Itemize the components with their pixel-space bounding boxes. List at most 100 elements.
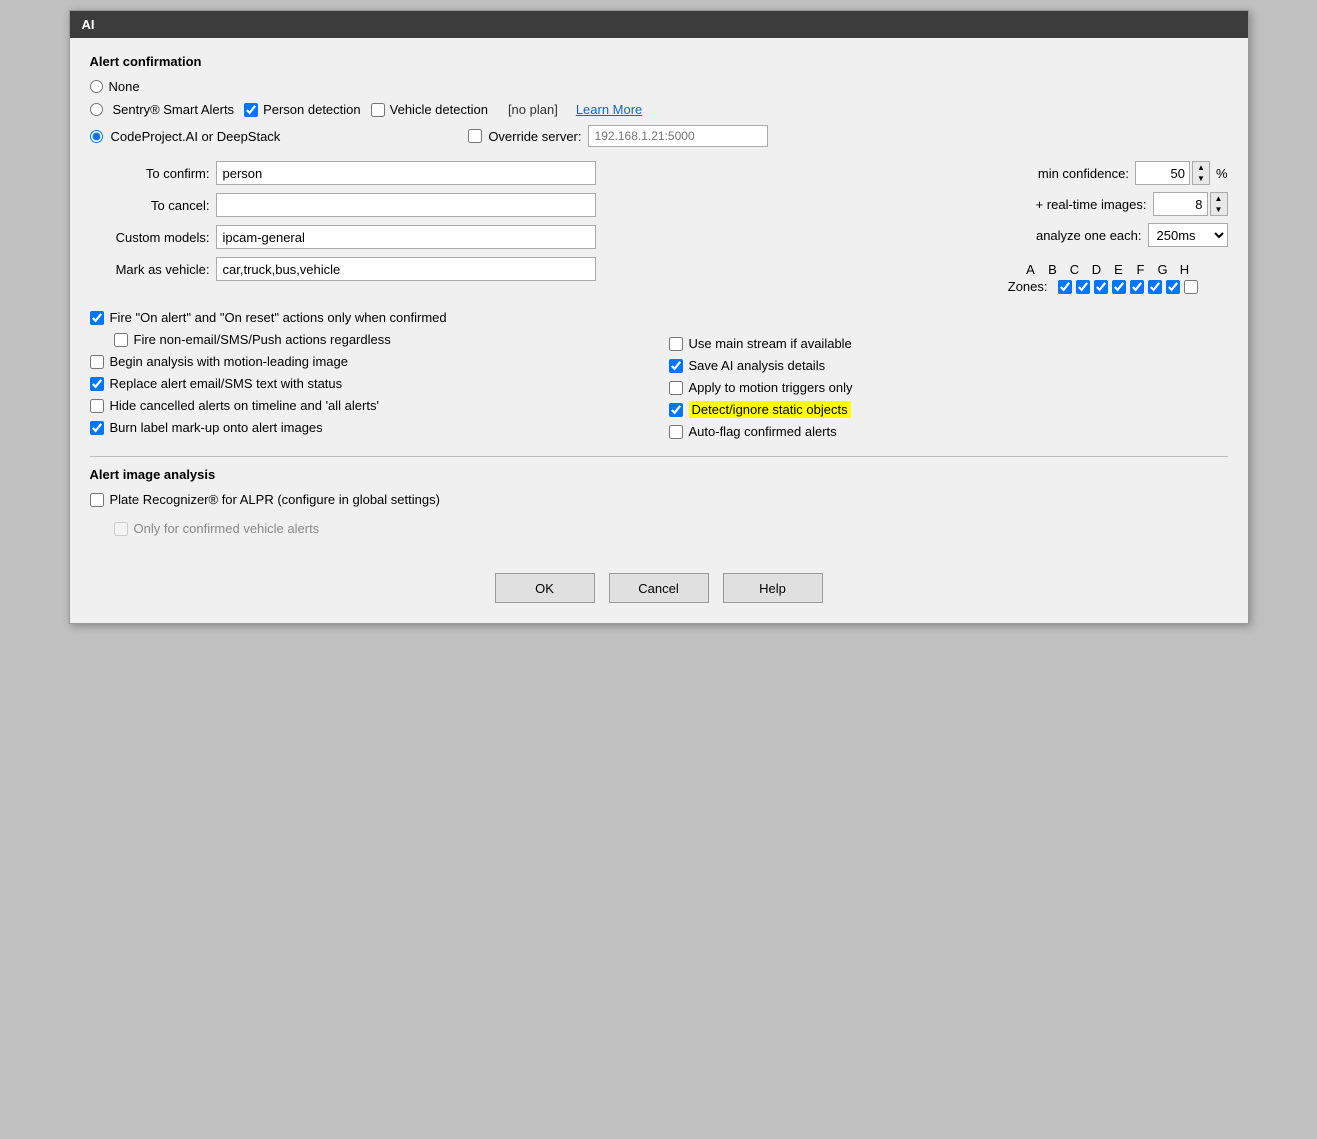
left-checkboxes: Fire "On alert" and "On reset" actions o… xyxy=(90,310,649,446)
zone-a-checkbox[interactable] xyxy=(1058,280,1072,294)
fire-on-alert-row: Fire "On alert" and "On reset" actions o… xyxy=(90,310,649,325)
detect-ignore-checkbox[interactable] xyxy=(669,403,683,417)
zone-letter-c: C xyxy=(1066,262,1084,277)
use-main-stream-label: Use main stream if available xyxy=(689,336,852,351)
auto-flag-label: Auto-flag confirmed alerts xyxy=(689,424,837,439)
plate-recognizer-label: Plate Recognizer® for ALPR (configure in… xyxy=(110,492,440,507)
realtime-images-spinner: ▲ ▼ xyxy=(1153,192,1228,216)
override-server-input[interactable] xyxy=(588,125,768,147)
none-label: None xyxy=(109,79,140,94)
replace-alert-checkbox[interactable] xyxy=(90,377,104,391)
learn-more-link[interactable]: Learn More xyxy=(576,102,642,117)
min-confidence-up-btn[interactable]: ▲ xyxy=(1193,162,1209,173)
apply-to-motion-checkbox[interactable] xyxy=(669,381,683,395)
hide-cancelled-checkbox[interactable] xyxy=(90,399,104,413)
realtime-images-input[interactable] xyxy=(1153,192,1208,216)
min-confidence-spinner: ▲ ▼ xyxy=(1135,161,1210,185)
to-confirm-row: To confirm: xyxy=(90,161,644,185)
title-bar: AI xyxy=(70,11,1248,38)
realtime-images-down-btn[interactable]: ▼ xyxy=(1211,204,1227,215)
use-main-stream-row: Use main stream if available xyxy=(669,336,1228,351)
zone-b-checkbox[interactable] xyxy=(1076,280,1090,294)
zone-g-checkbox[interactable] xyxy=(1166,280,1180,294)
override-server-checkbox[interactable] xyxy=(468,129,482,143)
analyze-one-each-row: analyze one each: 250ms 500ms 1s 2s xyxy=(1036,223,1228,247)
begin-analysis-row: Begin analysis with motion-leading image xyxy=(90,354,649,369)
zones-label: Zones: xyxy=(1008,279,1048,294)
main-window: AI Alert confirmation None Sentry® Smart… xyxy=(69,10,1249,624)
zone-letter-b: B xyxy=(1044,262,1062,277)
mark-as-vehicle-row: Mark as vehicle: xyxy=(90,257,644,281)
zone-letter-f: F xyxy=(1132,262,1150,277)
fire-non-email-checkbox[interactable] xyxy=(114,333,128,347)
apply-to-motion-row: Apply to motion triggers only xyxy=(669,380,1228,395)
plate-recognizer-checkbox[interactable] xyxy=(90,493,104,507)
zone-letter-g: G xyxy=(1154,262,1172,277)
realtime-images-row: + real-time images: ▲ ▼ xyxy=(1036,192,1228,216)
custom-models-row: Custom models: xyxy=(90,225,644,249)
hide-cancelled-label: Hide cancelled alerts on timeline and 'a… xyxy=(110,398,379,413)
to-confirm-label: To confirm: xyxy=(90,166,210,181)
to-confirm-input[interactable] xyxy=(216,161,596,185)
bottom-checkboxes: Plate Recognizer® for ALPR (configure in… xyxy=(90,492,1228,543)
fire-on-alert-label: Fire "On alert" and "On reset" actions o… xyxy=(110,310,447,325)
replace-alert-label: Replace alert email/SMS text with status xyxy=(110,376,343,391)
auto-flag-checkbox[interactable] xyxy=(669,425,683,439)
vehicle-detection-group: Vehicle detection xyxy=(371,102,488,117)
min-confidence-input[interactable] xyxy=(1135,161,1190,185)
alert-confirmation-label: Alert confirmation xyxy=(90,54,1228,69)
zones-section: A B C D E F G H Zones: xyxy=(1008,262,1198,294)
ok-button[interactable]: OK xyxy=(495,573,595,603)
none-radio[interactable] xyxy=(90,80,103,93)
only-for-confirmed-checkbox[interactable] xyxy=(114,522,128,536)
none-radio-row: None xyxy=(90,79,1228,94)
save-ai-analysis-checkbox[interactable] xyxy=(669,359,683,373)
zone-letter-e: E xyxy=(1110,262,1128,277)
begin-analysis-checkbox[interactable] xyxy=(90,355,104,369)
begin-analysis-label: Begin analysis with motion-leading image xyxy=(110,354,348,369)
fire-on-alert-checkbox[interactable] xyxy=(90,311,104,325)
override-server-label: Override server: xyxy=(488,129,581,144)
sentry-row: Sentry® Smart Alerts Person detection Ve… xyxy=(90,102,1228,117)
only-for-confirmed-row: Only for confirmed vehicle alerts xyxy=(114,521,1228,536)
zone-f-checkbox[interactable] xyxy=(1148,280,1162,294)
mark-as-vehicle-input[interactable] xyxy=(216,257,596,281)
realtime-images-up-btn[interactable]: ▲ xyxy=(1211,193,1227,204)
no-plan-badge: [no plan] xyxy=(508,102,558,117)
min-confidence-down-btn[interactable]: ▼ xyxy=(1193,173,1209,184)
cancel-button[interactable]: Cancel xyxy=(609,573,709,603)
fields-grid: To confirm: To cancel: Custom models: Ma… xyxy=(90,161,1228,294)
zone-c-checkbox[interactable] xyxy=(1094,280,1108,294)
window-title: AI xyxy=(82,17,95,32)
person-detection-checkbox[interactable] xyxy=(244,103,258,117)
detect-ignore-row: Detect/ignore static objects xyxy=(669,402,1228,417)
zone-e-checkbox[interactable] xyxy=(1130,280,1144,294)
to-cancel-input[interactable] xyxy=(216,193,596,217)
min-confidence-spinner-btns: ▲ ▼ xyxy=(1192,161,1210,185)
min-confidence-label: min confidence: xyxy=(1038,166,1129,181)
checkboxes-grid: Fire "On alert" and "On reset" actions o… xyxy=(90,310,1228,446)
custom-models-label: Custom models: xyxy=(90,230,210,245)
analyze-one-each-select[interactable]: 250ms 500ms 1s 2s xyxy=(1148,223,1228,247)
zone-h-checkbox[interactable] xyxy=(1184,280,1198,294)
min-confidence-row: min confidence: ▲ ▼ % xyxy=(1038,161,1228,185)
use-main-stream-checkbox[interactable] xyxy=(669,337,683,351)
analyze-one-each-label: analyze one each: xyxy=(1036,228,1142,243)
burn-label-checkbox[interactable] xyxy=(90,421,104,435)
zone-d-checkbox[interactable] xyxy=(1112,280,1126,294)
apply-to-motion-label: Apply to motion triggers only xyxy=(689,380,853,395)
only-for-confirmed-label: Only for confirmed vehicle alerts xyxy=(134,521,320,536)
hide-cancelled-row: Hide cancelled alerts on timeline and 'a… xyxy=(90,398,649,413)
person-detection-label: Person detection xyxy=(263,102,361,117)
help-button[interactable]: Help xyxy=(723,573,823,603)
person-detection-group: Person detection xyxy=(244,102,361,117)
sentry-label: Sentry® Smart Alerts xyxy=(113,102,235,117)
override-server-group: Override server: xyxy=(468,125,767,147)
codeproject-radio[interactable] xyxy=(90,130,103,143)
sentry-radio[interactable] xyxy=(90,103,103,116)
zone-letter-a: A xyxy=(1022,262,1040,277)
buttons-row: OK Cancel Help xyxy=(90,563,1228,603)
custom-models-input[interactable] xyxy=(216,225,596,249)
right-checkboxes: Use main stream if available Save AI ana… xyxy=(669,310,1228,446)
vehicle-detection-checkbox[interactable] xyxy=(371,103,385,117)
